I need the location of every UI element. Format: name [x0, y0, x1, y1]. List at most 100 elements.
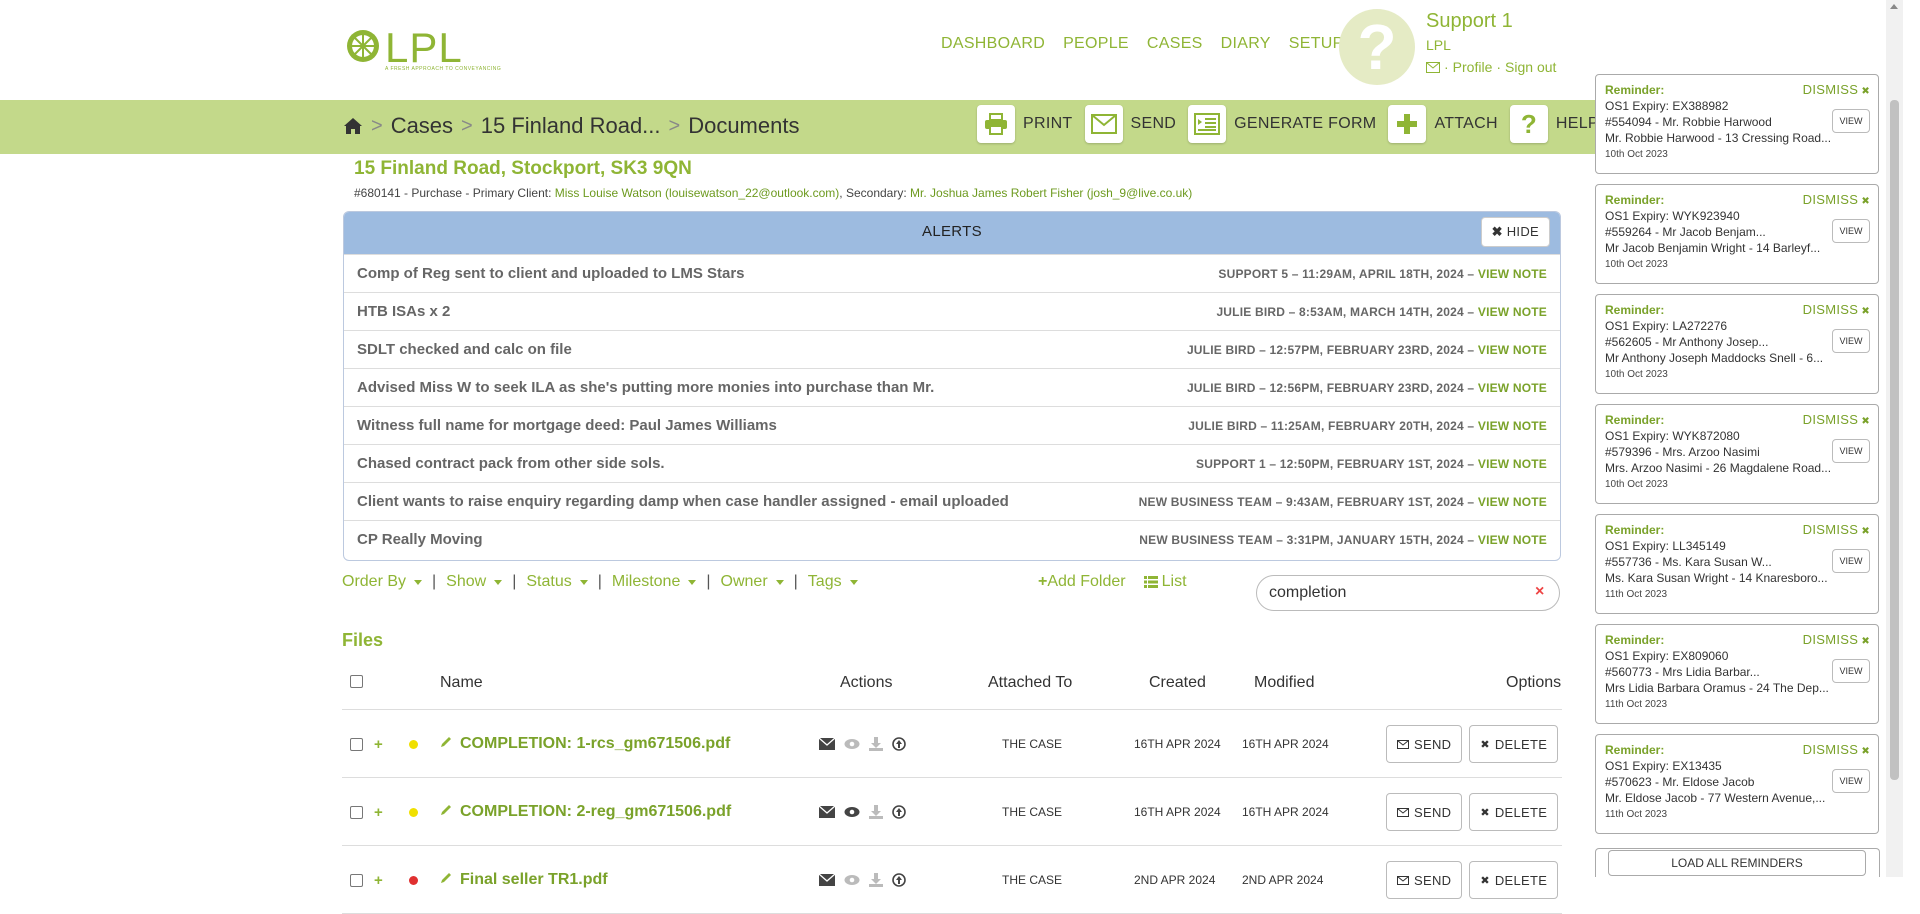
row-checkbox[interactable]	[350, 737, 363, 751]
table-header: Name Actions Attached To Created Modifie…	[342, 660, 1562, 710]
secondary-client-link[interactable]: Mr. Joshua James Robert Fisher (josh_9@l…	[910, 186, 1192, 200]
clear-search-icon[interactable]: ×	[1535, 583, 1544, 601]
scrollbar-thumb[interactable]	[1890, 100, 1899, 780]
expand-plus-icon[interactable]: +	[374, 804, 383, 821]
owner-dropdown[interactable]: Owner	[721, 573, 784, 591]
dismiss-reminder-button[interactable]: DISMISS ✖	[1803, 522, 1870, 537]
dismiss-reminder-button[interactable]: DISMISS ✖	[1803, 632, 1870, 647]
view-note-link[interactable]: VIEW NOTE	[1478, 419, 1547, 433]
row-checkbox[interactable]	[350, 805, 363, 819]
upload-circle-icon[interactable]	[892, 873, 906, 887]
view-note-link[interactable]: VIEW NOTE	[1478, 533, 1547, 547]
nav-diary[interactable]: DIARY	[1221, 35, 1271, 53]
dismiss-reminder-button[interactable]: DISMISS ✖	[1803, 412, 1870, 427]
send-button[interactable]: SEND	[1084, 105, 1177, 143]
delete-file-button[interactable]: ✖ DELETE	[1469, 793, 1559, 831]
add-folder-button[interactable]: +Add Folder	[1038, 573, 1126, 591]
breadcrumb-case[interactable]: 15 Finland Road...	[481, 113, 661, 139]
generate-form-button[interactable]: GENERATE FORM	[1188, 105, 1376, 143]
status-dropdown[interactable]: Status	[526, 573, 588, 591]
reminder-card[interactable]: Reminder: DISMISS ✖ OS1 Expiry: WYK872080 #…	[1595, 404, 1879, 504]
expand-plus-icon[interactable]: +	[374, 872, 383, 889]
breadcrumb-cases[interactable]: Cases	[391, 113, 453, 139]
view-note-link[interactable]: VIEW NOTE	[1478, 381, 1547, 395]
avatar[interactable]: ?	[1339, 9, 1415, 85]
signout-link[interactable]: Sign out	[1505, 59, 1556, 75]
profile-link[interactable]: Profile	[1453, 59, 1493, 75]
row-checkbox[interactable]	[350, 873, 363, 887]
select-all-checkbox[interactable]	[350, 675, 363, 688]
eye-icon[interactable]	[844, 738, 860, 750]
reminder-card[interactable]: Reminder: DISMISS ✖ OS1 Expiry: LA272276 #5…	[1595, 294, 1879, 394]
load-all-reminders-button[interactable]: LOAD ALL REMINDERS	[1608, 850, 1866, 876]
email-icon[interactable]	[819, 874, 835, 886]
nav-dashboard[interactable]: DASHBOARD	[941, 35, 1045, 53]
send-file-button[interactable]: SEND	[1386, 725, 1463, 763]
dismiss-reminder-button[interactable]: DISMISS ✖	[1803, 302, 1870, 317]
scroll-up-arrow-icon[interactable]	[1890, 4, 1898, 9]
case-title[interactable]: 15 Finland Road, Stockport, SK3 9QN	[354, 158, 692, 180]
lpl-logo[interactable]: LPL A FRESH APPROACH TO CONVEYANCING	[345, 24, 501, 76]
milestone-dropdown[interactable]: Milestone	[612, 573, 697, 591]
view-note-link[interactable]: VIEW NOTE	[1478, 305, 1547, 319]
view-note-link[interactable]: VIEW NOTE	[1478, 343, 1547, 357]
edit-pencil-icon[interactable]	[440, 871, 452, 889]
print-button[interactable]: PRINT	[977, 105, 1073, 143]
help-button[interactable]: ? HELP	[1509, 105, 1599, 143]
header-modified[interactable]: Modified	[1254, 674, 1314, 692]
view-reminder-button[interactable]: VIEW	[1832, 109, 1870, 133]
email-icon[interactable]	[819, 738, 835, 750]
upload-circle-icon[interactable]	[892, 737, 906, 751]
file-name-link[interactable]: COMPLETION: 2-reg_gm671506.pdf	[460, 803, 731, 821]
edit-pencil-icon[interactable]	[440, 735, 452, 753]
dismiss-reminder-button[interactable]: DISMISS ✖	[1803, 82, 1870, 97]
expand-plus-icon[interactable]: +	[374, 736, 383, 753]
download-icon[interactable]	[869, 873, 883, 887]
order-by-dropdown[interactable]: Order By	[342, 573, 423, 591]
view-note-link[interactable]: VIEW NOTE	[1478, 457, 1547, 471]
email-icon[interactable]	[819, 806, 835, 818]
header-name[interactable]: Name	[440, 674, 483, 692]
reminder-card[interactable]: Reminder: DISMISS ✖ OS1 Expiry: LL345149 #5…	[1595, 514, 1879, 614]
dismiss-reminder-button[interactable]: DISMISS ✖	[1803, 742, 1870, 757]
download-icon[interactable]	[869, 737, 883, 751]
nav-people[interactable]: PEOPLE	[1063, 35, 1129, 53]
send-file-button[interactable]: SEND	[1386, 861, 1463, 899]
view-note-link[interactable]: VIEW NOTE	[1478, 495, 1547, 509]
download-icon[interactable]	[869, 805, 883, 819]
delete-file-button[interactable]: ✖ DELETE	[1469, 725, 1559, 763]
reminder-card[interactable]: Reminder: DISMISS ✖ OS1 Expiry: WYK923940 #…	[1595, 184, 1879, 284]
nav-cases[interactable]: CASES	[1147, 35, 1203, 53]
view-reminder-button[interactable]: VIEW	[1832, 219, 1870, 243]
delete-file-button[interactable]: ✖ DELETE	[1469, 861, 1559, 899]
nav-setup[interactable]: SETUP	[1289, 35, 1344, 53]
header-created[interactable]: Created	[1149, 674, 1206, 692]
file-name-link[interactable]: COMPLETION: 1-rcs_gm671506.pdf	[460, 735, 730, 753]
show-dropdown[interactable]: Show	[446, 573, 503, 591]
header-attached-to[interactable]: Attached To	[988, 674, 1072, 692]
list-view-button[interactable]: List	[1143, 573, 1187, 591]
home-icon[interactable]	[343, 117, 363, 135]
dismiss-reminder-button[interactable]: DISMISS ✖	[1803, 192, 1870, 207]
view-reminder-button[interactable]: VIEW	[1832, 329, 1870, 353]
envelope-icon[interactable]	[1426, 61, 1440, 73]
attach-button[interactable]: ATTACH	[1388, 105, 1498, 143]
eye-icon[interactable]	[844, 874, 860, 886]
primary-client-link[interactable]: Miss Louise Watson (louisewatson_22@outl…	[555, 186, 840, 200]
search-input[interactable]: completion	[1256, 575, 1560, 611]
edit-pencil-icon[interactable]	[440, 803, 452, 821]
view-reminder-button[interactable]: VIEW	[1832, 659, 1870, 683]
view-note-link[interactable]: VIEW NOTE	[1478, 267, 1547, 281]
tags-dropdown[interactable]: Tags	[808, 573, 858, 591]
file-name-link[interactable]: Final seller TR1.pdf	[460, 871, 608, 889]
reminder-card[interactable]: Reminder: DISMISS ✖ OS1 Expiry: EX809060 #5…	[1595, 624, 1879, 724]
hide-alerts-button[interactable]: ✖ HIDE	[1480, 217, 1550, 247]
eye-icon[interactable]	[844, 806, 860, 818]
view-reminder-button[interactable]: VIEW	[1832, 769, 1870, 793]
reminder-card[interactable]: Reminder: DISMISS ✖ OS1 Expiry: EX388982 #5…	[1595, 74, 1879, 174]
reminder-card[interactable]: Reminder: DISMISS ✖ OS1 Expiry: EX13435 #57…	[1595, 734, 1879, 834]
view-reminder-button[interactable]: VIEW	[1832, 549, 1870, 573]
view-reminder-button[interactable]: VIEW	[1832, 439, 1870, 463]
send-file-button[interactable]: SEND	[1386, 793, 1463, 831]
upload-circle-icon[interactable]	[892, 805, 906, 819]
